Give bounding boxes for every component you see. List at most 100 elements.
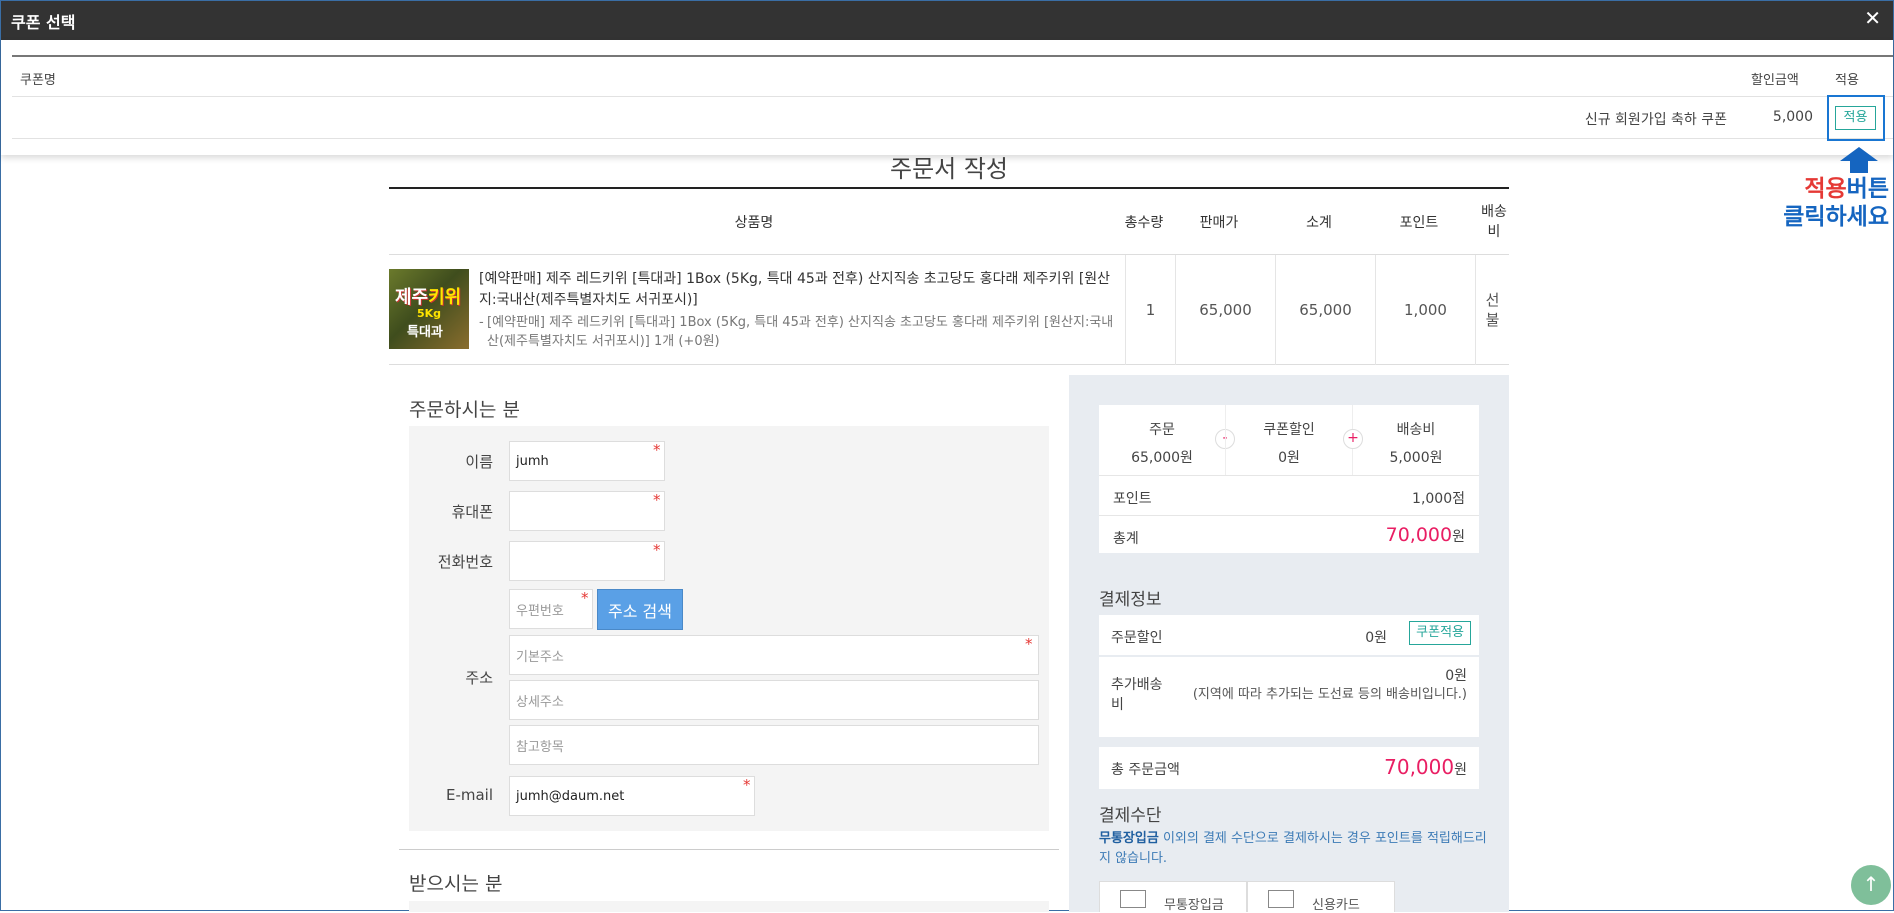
summary-coupon-label: 쿠폰할인	[1263, 422, 1315, 438]
required-mark: *	[581, 589, 589, 607]
modal-title: 쿠폰 선택	[11, 13, 76, 32]
summary-coupon: 쿠폰할인 0원	[1225, 405, 1353, 475]
annotation-apply-word: 적용	[1804, 176, 1847, 202]
order-discount-value: 0원	[1365, 630, 1387, 646]
col-product: 상품명	[734, 215, 774, 231]
order-summary-panel: 주문 65,000원 - 쿠폰할인 0원 + 배송비 5,000원 포인트 1,…	[1069, 375, 1509, 913]
coupon-row: 신규 회원가입 축하 쿠폰 5,000	[12, 97, 1893, 139]
product-qty: 1	[1125, 255, 1175, 365]
tel-label: 전화번호	[437, 553, 493, 571]
point-value: 1,000점	[1412, 491, 1465, 507]
summary-order: 주문 65,000원	[1099, 405, 1225, 475]
name-label: 이름	[465, 453, 493, 471]
coupon-name: 신규 회원가입 축하 쿠폰	[1584, 112, 1727, 128]
required-mark: *	[653, 491, 661, 509]
col-qty: 총수량	[1124, 215, 1164, 231]
orderer-form	[409, 426, 1049, 831]
col-discount: 할인금액	[1751, 73, 1799, 88]
thumb-text-weight: 5Kg	[417, 307, 442, 320]
thumb-text-kiwi: 키위	[428, 287, 462, 308]
summary-coupon-value: 0원	[1278, 450, 1300, 466]
amount-summary: 주문 65,000원 - 쿠폰할인 0원 + 배송비 5,000원 포인트 1,…	[1099, 405, 1479, 553]
col-ship: 배송비	[1481, 204, 1507, 240]
coupon-modal: 쿠폰명 할인금액 적용 신규 회원가입 축하 쿠폰 5,000 적용	[1, 40, 1893, 155]
required-mark: *	[653, 541, 661, 559]
coupon-apply-button[interactable]: 적용	[1835, 106, 1876, 130]
thumb-text-jeju: 제주	[395, 287, 429, 308]
product-price: 65,000	[1175, 255, 1275, 365]
paymethod-note: 무통장입금 이외의 결제 수단으로 결제하시는 경우 포인트를 적립해드리지 않…	[1099, 829, 1489, 869]
grand-total-amount: 70,000	[1384, 755, 1455, 779]
section-divider	[399, 849, 1059, 850]
address-detail-input[interactable]: 상세주소	[509, 680, 1039, 720]
grand-total-unit: 원	[1454, 762, 1467, 778]
total-amount: 70,000	[1385, 524, 1453, 546]
address-basic-input[interactable]: 기본주소	[509, 635, 1039, 675]
paymethod-bank[interactable]: 무통장입금	[1099, 881, 1247, 913]
col-apply: 적용	[1835, 73, 1859, 88]
product-point: 1,000	[1375, 255, 1475, 365]
paymethod-bank-label: 무통장입금	[1164, 898, 1224, 913]
product-ship: 선불	[1475, 255, 1509, 365]
summary-order-value: 65,000원	[1131, 450, 1193, 466]
col-point: 포인트	[1399, 215, 1439, 231]
extra-ship-value: 0원	[1445, 668, 1467, 684]
summary-order-label: 주문	[1149, 422, 1175, 438]
name-input[interactable]: jumh	[509, 441, 665, 481]
col-subtotal: 소계	[1306, 215, 1332, 231]
annotation-button-word: 버튼	[1846, 176, 1889, 202]
orderer-title: 주문하시는 분	[409, 399, 520, 421]
extra-ship-row: 추가배송비 0원 (지역에 따라 추가되는 도선료 등의 배송비입니다.)	[1099, 657, 1479, 737]
summary-ship-label: 배송비	[1396, 422, 1436, 438]
phone-label: 휴대폰	[451, 503, 493, 521]
summary-total-row: 총계 70,000원	[1099, 515, 1479, 553]
receiver-form	[409, 901, 1049, 912]
tel-input[interactable]	[509, 541, 665, 581]
thumb-text-grade: 특대과	[407, 325, 443, 340]
email-label: E-mail	[445, 786, 493, 804]
address-label: 주소	[465, 669, 493, 687]
point-label: 포인트	[1113, 491, 1152, 507]
extra-ship-note: (지역에 따라 추가되는 도선료 등의 배송비입니다.)	[1192, 687, 1467, 702]
bank-icon	[1120, 890, 1146, 908]
grand-total-row: 총 주문금액 70,000원	[1099, 747, 1479, 789]
product-option: - [예약판매] 제주 레드키위 [특대과] 1Box (5Kg, 특대 45과 …	[479, 313, 1119, 351]
col-price: 판매가	[1199, 215, 1239, 231]
summary-point-row: 포인트 1,000점	[1099, 475, 1479, 515]
order-discount-row: 주문할인 0원 쿠폰적용	[1099, 615, 1479, 655]
product-subtotal: 65,000	[1275, 255, 1375, 365]
product-table-header: 상품명 총수량 판매가 소계 포인트 배송비	[389, 189, 1509, 255]
option-text: [예약판매] 제주 레드키위 [특대과] 1Box (5Kg, 특대 45과 전…	[487, 315, 1114, 349]
grand-total-label: 총 주문금액	[1111, 762, 1180, 778]
paymethod-card-label: 신용카드	[1312, 898, 1360, 913]
paymethod-title: 결제수단	[1099, 806, 1162, 826]
coupon-table-header: 쿠폰명 할인금액 적용	[12, 57, 1893, 97]
order-discount-label: 주문할인	[1111, 630, 1163, 646]
payinfo-title: 결제정보	[1099, 590, 1162, 610]
email-input[interactable]: jumh@daum.net	[509, 776, 755, 816]
address-reference-input[interactable]: 참고항목	[509, 725, 1039, 765]
extra-ship-label: 추가배송비	[1111, 677, 1163, 713]
coupon-apply-button[interactable]: 쿠폰적용	[1409, 621, 1471, 645]
instruction-annotation: 적용버튼 클릭하세요	[1765, 175, 1889, 231]
phone-input[interactable]	[509, 491, 665, 531]
summary-ship: 배송비 5,000원	[1353, 405, 1479, 475]
summary-ship-value: 5,000원	[1389, 450, 1443, 466]
coupon-discount: 5,000	[1772, 109, 1813, 125]
total-label: 총계	[1113, 531, 1139, 547]
col-coupon-name: 쿠폰명	[20, 73, 56, 88]
product-row: 제주키위 5Kg 특대과 [예약판매] 제주 레드키위 [특대과] 1Box (…	[389, 255, 1509, 365]
required-mark: *	[743, 776, 751, 794]
address-search-button[interactable]: 주소 검색	[597, 589, 683, 630]
paymethod-card[interactable]: 신용카드	[1247, 881, 1395, 913]
product-name[interactable]: [예약판매] 제주 레드키위 [특대과] 1Box (5Kg, 특대 45과 전…	[479, 269, 1119, 311]
close-icon[interactable]: ✕	[1864, 6, 1881, 30]
note-bank-transfer: 무통장입금	[1099, 831, 1159, 846]
scroll-top-icon[interactable]: ↑	[1851, 865, 1891, 905]
card-icon	[1268, 890, 1294, 908]
total-unit: 원	[1452, 529, 1465, 545]
product-thumbnail[interactable]: 제주키위 5Kg 특대과	[389, 269, 469, 349]
arrow-up-icon	[1840, 147, 1878, 173]
receiver-title: 받으시는 분	[409, 873, 503, 895]
annotation-click-text: 클릭하세요	[1783, 204, 1889, 230]
